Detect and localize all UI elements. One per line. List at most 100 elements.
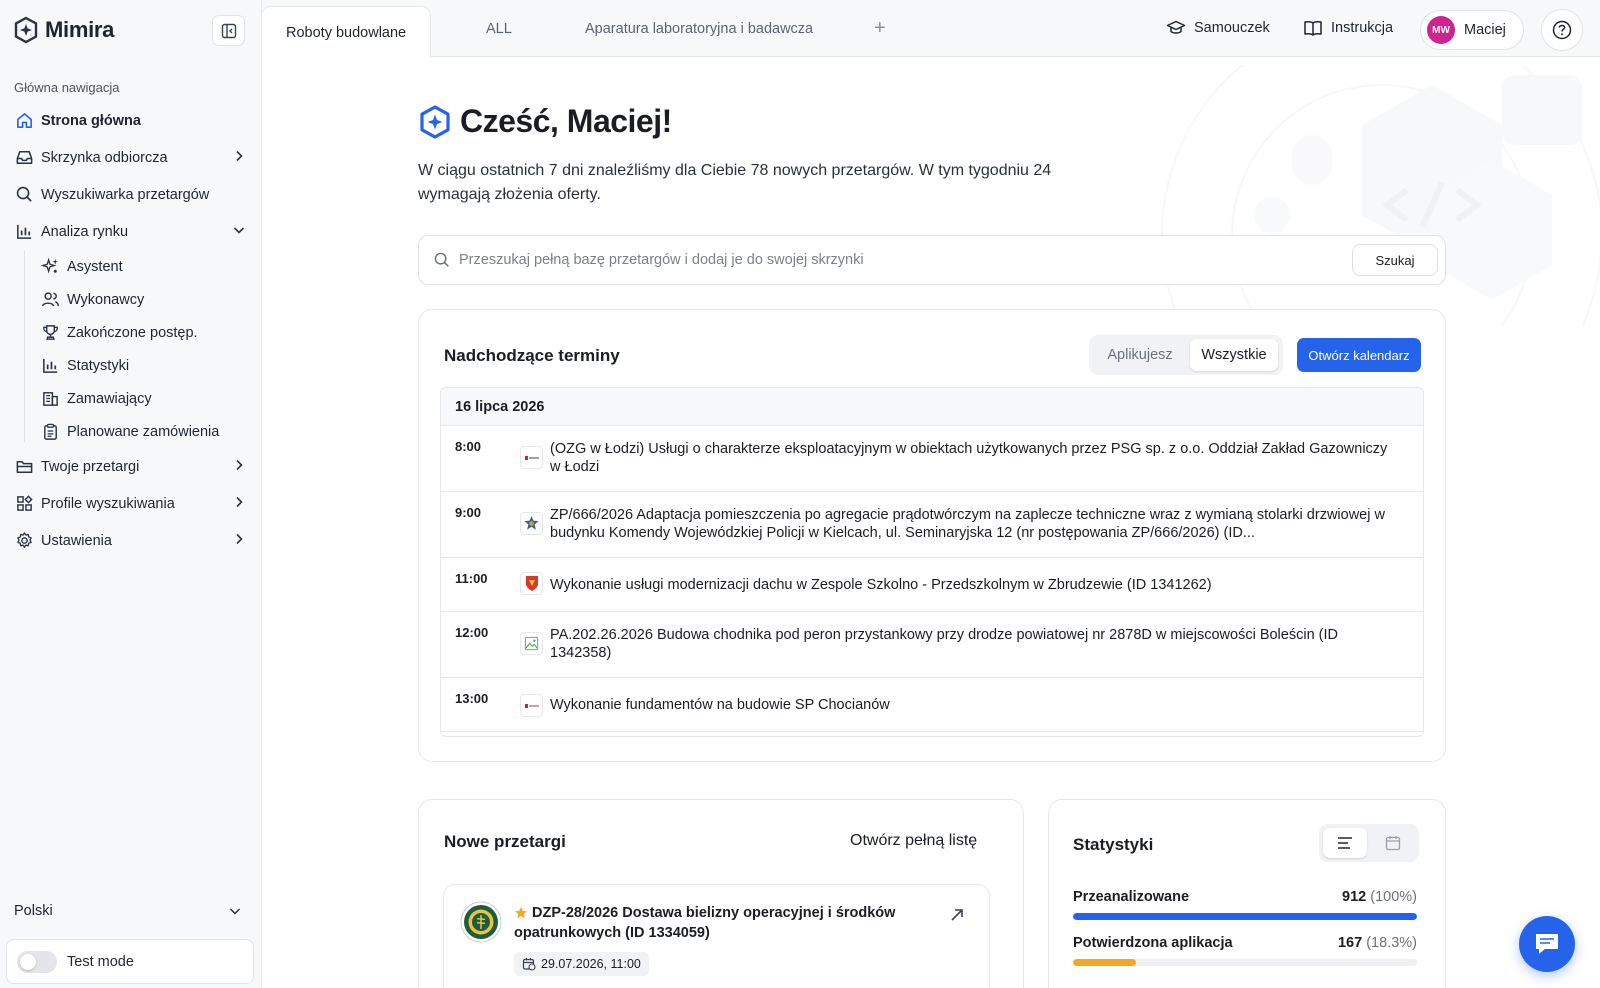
clipboard-icon xyxy=(40,422,60,442)
nav-item-settings[interactable]: Ustawienia xyxy=(0,522,262,559)
market-analysis-submenu: Asystent Wykonawcy Zakończone postęp. St… xyxy=(0,250,262,448)
help-button[interactable] xyxy=(1541,9,1583,51)
stat-progress-bar xyxy=(1073,913,1417,920)
nav-subitem-contractors[interactable]: Wykonawcy xyxy=(0,283,262,316)
deadline-time: 13:00 xyxy=(455,691,489,706)
deadline-row[interactable]: 13:00 Wykonanie fundamentów na budowie S… xyxy=(441,678,1423,732)
app-name: Mimira xyxy=(45,17,115,42)
buyer-logo-icon xyxy=(520,694,543,717)
test-mode-label: Test mode xyxy=(67,953,134,970)
stat-label: Potwierdzona aplikacja xyxy=(1073,935,1233,951)
external-link-arrow-icon[interactable] xyxy=(949,907,965,923)
collapse-sidebar-button[interactable] xyxy=(212,15,245,46)
nav-item-label: Wykonawcy xyxy=(67,291,145,308)
stat-percent: (100%) xyxy=(1370,889,1417,905)
tab-all[interactable]: ALL xyxy=(486,0,512,57)
deadline-row[interactable]: 9:00 ZP/666/2026 Adaptacja pomieszczenia… xyxy=(441,492,1423,558)
new-tenders-card: Nowe przetargi Otwórz pełną listę DZP-28… xyxy=(418,799,1024,988)
test-mode-row: Test mode xyxy=(6,939,254,984)
nav-subitem-buyers[interactable]: Zamawiający xyxy=(0,382,262,415)
sparkles-icon xyxy=(40,257,60,277)
home-icon xyxy=(14,111,34,131)
search-input[interactable] xyxy=(459,252,1339,268)
bar-chart-icon xyxy=(40,356,60,376)
avatar: MW xyxy=(1427,16,1455,44)
nav-item-your-tenders[interactable]: Twoje przetargi xyxy=(0,448,262,485)
tutorial-link[interactable]: Samouczek xyxy=(1166,18,1270,38)
manual-link[interactable]: Instrukcja xyxy=(1303,18,1393,38)
nav-section-label: Główna nawigacja xyxy=(14,80,120,95)
language-label: Polski xyxy=(14,903,53,919)
user-name: Maciej xyxy=(1464,22,1506,38)
book-icon xyxy=(1304,20,1322,36)
tab-label: ALL xyxy=(486,20,512,37)
chat-support-button[interactable] xyxy=(1519,916,1575,972)
building-icon xyxy=(40,389,60,409)
hospital-emblem-logo-icon xyxy=(460,901,502,943)
folder-icon xyxy=(14,457,34,477)
intro-text: W ciągu ostatnich 7 dni znaleźliśmy dla … xyxy=(418,162,1052,203)
deadline-row[interactable]: 8:00 (OZG w Łodzi) Usługi o charakterze … xyxy=(441,426,1423,492)
search-button[interactable]: Szukaj xyxy=(1352,244,1438,276)
search-icon xyxy=(434,252,449,267)
statistics-card: Statystyki Przeanalizowane 912 (100%) Po… xyxy=(1048,799,1446,988)
deadline-row[interactable]: 11:00 Wykonanie usługi modernizacji dach… xyxy=(441,558,1423,612)
nav-item-tender-search[interactable]: Wyszukiwarka przetargów xyxy=(0,176,262,213)
tab-label: Aparatura laboratoryjna i badawcza xyxy=(585,20,814,37)
nav-subitem-statistics[interactable]: Statystyki xyxy=(0,349,262,382)
filter-applying[interactable]: Aplikujesz xyxy=(1093,339,1187,371)
open-calendar-button[interactable]: Otwórz kalendarz xyxy=(1297,338,1421,372)
filter-all[interactable]: Wszystkie xyxy=(1190,339,1278,371)
calendar-icon xyxy=(1385,836,1401,851)
stat-progress-fill xyxy=(1073,959,1136,966)
calendar-view-button[interactable] xyxy=(1371,828,1415,858)
tab-aparatura[interactable]: Aparatura laboratoryjna i badawcza xyxy=(585,0,813,57)
calendar-clock-icon xyxy=(522,958,536,971)
main-content: Cześć, Maciej! W ciągu ostatnich 7 dni z… xyxy=(262,57,1600,988)
buyer-logo-icon xyxy=(520,446,543,469)
list-view-button[interactable] xyxy=(1323,828,1367,858)
tender-card[interactable]: DZP-28/2026 Dostawa bielizny operacyjnej… xyxy=(443,884,990,988)
open-full-list-link[interactable]: Otwórz pełną listę xyxy=(850,832,977,850)
nav-subitem-finished[interactable]: Zakończone postęp. xyxy=(0,316,262,349)
nav-subitem-planned-orders[interactable]: Planowane zamówienia xyxy=(0,415,262,448)
tab-label: Roboty budowlane xyxy=(286,24,407,41)
main-navigation: Strona główna Skrzynka odbiorcza Wyszuki… xyxy=(0,102,262,559)
sidebar-toggle-icon xyxy=(221,23,236,38)
language-select[interactable]: Polski xyxy=(14,903,242,919)
nav-item-search-profiles[interactable]: Profile wyszukiwania xyxy=(0,485,262,522)
tutorial-label: Samouczek xyxy=(1194,20,1270,36)
nav-item-market-analysis[interactable]: Analiza rynku xyxy=(0,213,262,250)
stat-value: 912 (100%) xyxy=(1342,889,1417,905)
manual-label: Instrukcja xyxy=(1331,20,1394,36)
chevron-right-icon xyxy=(236,496,243,508)
nav-item-label: Zakończone postęp. xyxy=(67,324,198,341)
broken-image-icon xyxy=(520,632,543,655)
nav-item-home[interactable]: Strona główna xyxy=(0,102,262,139)
gear-icon xyxy=(14,531,34,551)
deadline-row[interactable]: 12:00 PA.202.26.2026 Budowa chodnika pod… xyxy=(441,612,1423,678)
tender-search-bar: Szukaj xyxy=(418,235,1446,285)
page-title: Cześć, Maciej! xyxy=(418,103,672,140)
app-logo[interactable]: Mimira xyxy=(13,16,114,44)
graduation-cap-icon xyxy=(1166,20,1186,34)
stat-count: 912 xyxy=(1342,889,1367,905)
nav-item-label: Twoje przetargi xyxy=(41,458,140,475)
nav-item-label: Profile wyszukiwania xyxy=(41,495,175,512)
statistics-title: Statystyki xyxy=(1073,835,1154,854)
nav-item-label: Strona główna xyxy=(41,112,141,129)
nav-item-inbox[interactable]: Skrzynka odbiorcza xyxy=(0,139,262,176)
chevron-right-icon xyxy=(236,533,243,545)
add-tab-button[interactable]: + xyxy=(874,17,886,40)
users-icon xyxy=(40,290,60,310)
upcoming-deadlines-card: Nadchodzące terminy Aplikujesz Wszystkie… xyxy=(418,309,1446,762)
top-bar: Roboty budowlane ALL Aparatura laborator… xyxy=(261,0,1600,58)
tab-roboty-budowlane[interactable]: Roboty budowlane xyxy=(261,6,432,58)
nav-subitem-assistant[interactable]: Asystent xyxy=(0,250,262,283)
tender-deadline-badge: 29.07.2026, 11:00 xyxy=(514,952,649,976)
chevron-down-icon xyxy=(233,227,245,234)
sidebar: Mimira Główna nawigacja Strona główna Sk… xyxy=(0,0,262,988)
user-menu-button[interactable]: MW Maciej xyxy=(1420,10,1524,50)
test-mode-toggle[interactable] xyxy=(17,950,57,973)
deadline-time: 12:00 xyxy=(455,625,489,640)
